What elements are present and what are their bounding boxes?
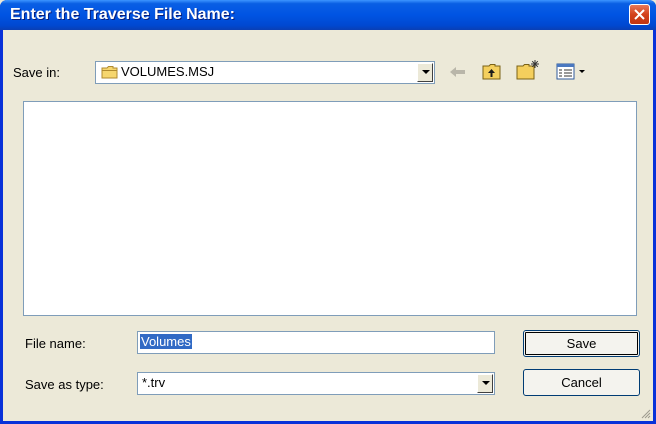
save-in-dropdown[interactable]: VOLUMES.MSJ: [95, 61, 435, 84]
save-button[interactable]: Save: [523, 330, 640, 357]
save-as-type-value: *.trv: [142, 375, 166, 390]
view-menu-icon[interactable]: [556, 63, 590, 81]
up-one-level-icon[interactable]: [481, 62, 503, 81]
save-as-type-label: Save as type:: [25, 377, 104, 392]
file-name-input[interactable]: Volumes: [137, 331, 495, 354]
save-as-type-dropdown[interactable]: *.trv: [137, 372, 495, 395]
file-list[interactable]: [23, 101, 637, 316]
create-new-folder-icon[interactable]: [515, 59, 541, 81]
resize-grip-icon[interactable]: [639, 407, 651, 419]
title-bar[interactable]: Enter the Traverse File Name:: [0, 0, 656, 30]
dialog-title: Enter the Traverse File Name:: [10, 6, 235, 23]
folder-icon: [101, 66, 118, 79]
cancel-button[interactable]: Cancel: [523, 369, 640, 396]
save-in-label: Save in:: [13, 65, 60, 80]
chevron-down-icon[interactable]: [477, 374, 493, 393]
back-arrow-icon[interactable]: [448, 64, 468, 80]
chevron-down-icon[interactable]: [417, 63, 433, 82]
close-button[interactable]: [629, 4, 650, 25]
file-name-label: File name:: [25, 336, 86, 351]
save-dialog: Enter the Traverse File Name: Save in: V…: [0, 0, 656, 424]
close-icon: [634, 9, 645, 20]
file-name-value: Volumes: [140, 334, 192, 349]
save-in-value: VOLUMES.MSJ: [121, 64, 215, 79]
